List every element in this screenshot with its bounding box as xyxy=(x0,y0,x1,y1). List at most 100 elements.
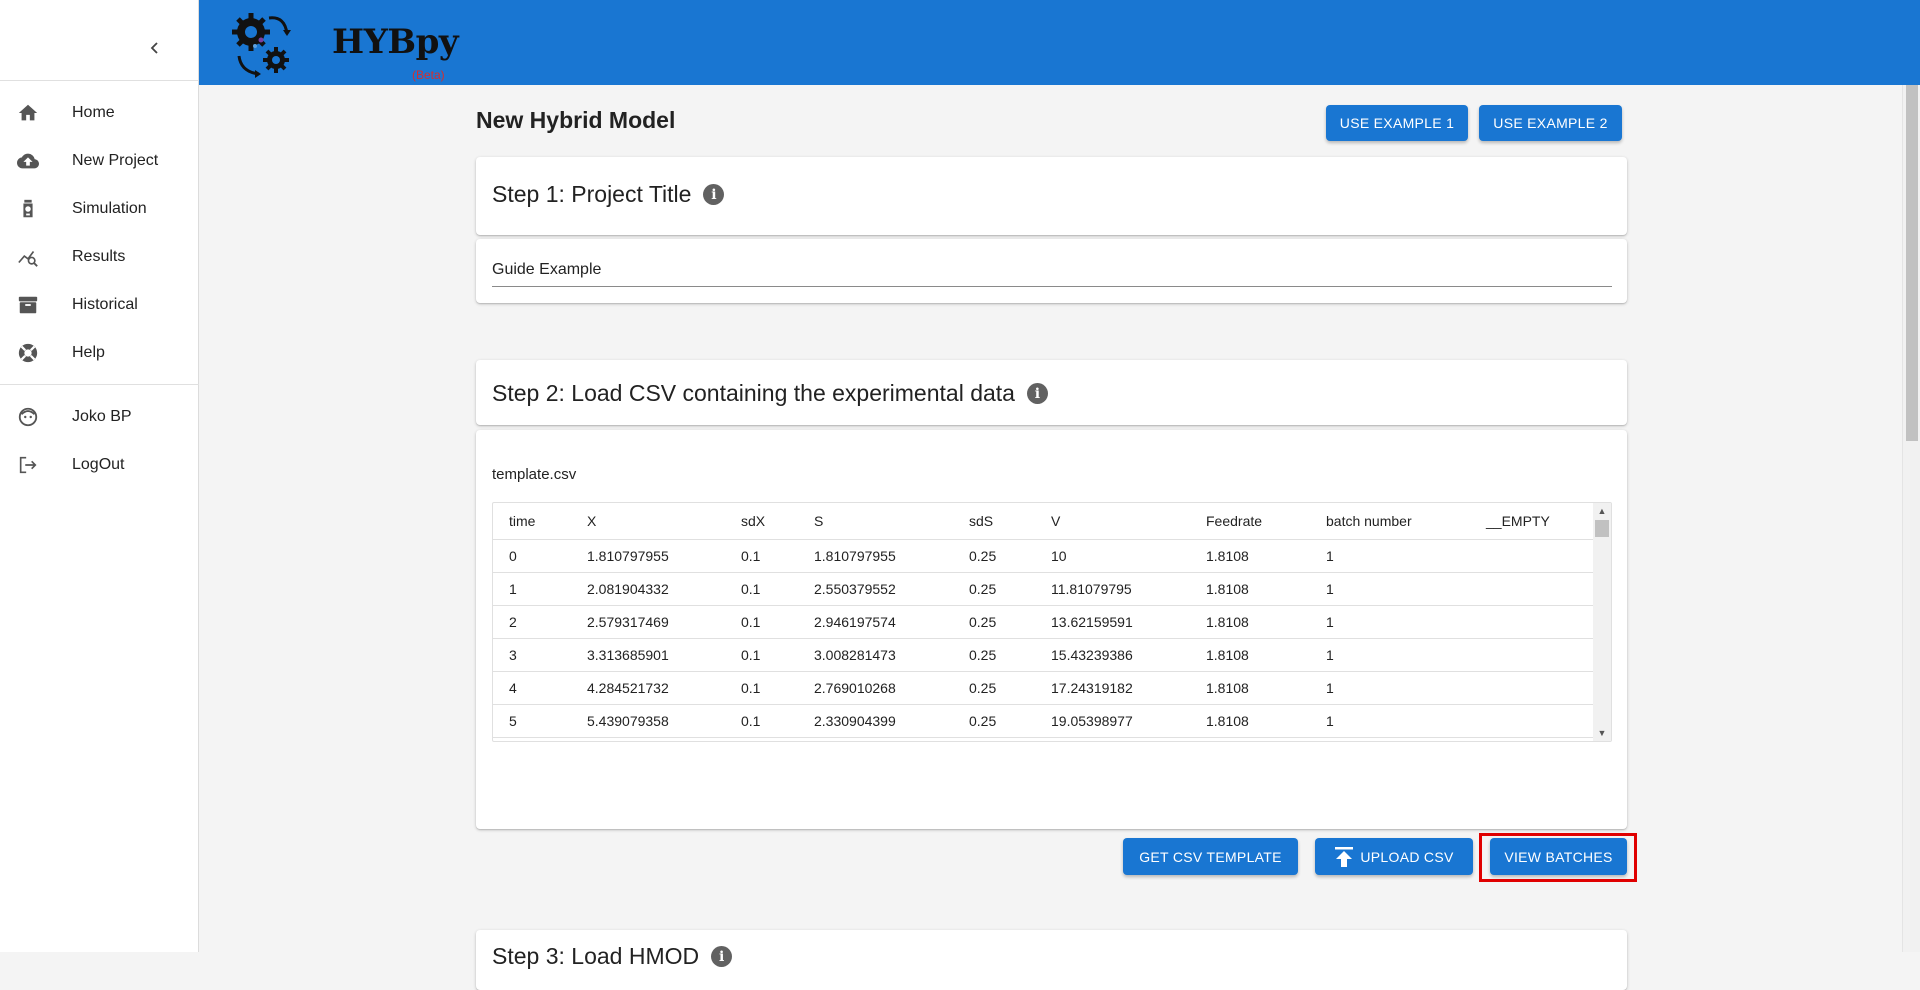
sidebar: Home New Project Simulation Results Hist… xyxy=(0,0,199,952)
upload-csv-label: UPLOAD CSV xyxy=(1360,848,1454,865)
table-cell: 1.8108 xyxy=(1190,671,1310,705)
table-cell: 1.8108 xyxy=(1190,539,1310,573)
table-cell: 15.43239386 xyxy=(1035,638,1190,672)
table-row: 2 2.579317469 0.1 2.946197574 0.25 13.62… xyxy=(493,605,1595,639)
table-scrollbar[interactable]: ▲ ▼ xyxy=(1593,503,1611,741)
highlight-box xyxy=(1479,833,1637,882)
sidebar-user-nav: Joko BP LogOut xyxy=(0,393,199,489)
step2-title-text: Step 2: Load CSV containing the experime… xyxy=(492,380,1015,406)
table-cell: 0.1 xyxy=(725,704,798,738)
table-cell: 11.81079795 xyxy=(1035,572,1190,606)
step3-header-card: Step 3: Load HMOD i xyxy=(476,930,1627,990)
table-row: 1 2.081904332 0.1 2.550379552 0.25 11.81… xyxy=(493,572,1595,606)
sidebar-item-new-project[interactable]: New Project xyxy=(0,137,199,185)
scroll-up-arrow-icon[interactable]: ▲ xyxy=(1593,503,1611,519)
project-title-input[interactable]: Guide Example xyxy=(492,257,1612,287)
table-cell: 1.8108 xyxy=(1190,605,1310,639)
scroll-down-arrow-icon[interactable]: ▼ xyxy=(1593,725,1611,741)
table-cell: 2 xyxy=(493,605,571,639)
page-scrollbar[interactable] xyxy=(1902,85,1920,952)
info-icon[interactable]: i xyxy=(1026,383,1048,404)
column-header: sdS xyxy=(953,503,1035,540)
table-row: 0 1.810797955 0.1 1.810797955 0.25 10 1.… xyxy=(493,539,1595,573)
table-cell: 1 xyxy=(1310,605,1470,639)
column-header: sdX xyxy=(725,503,798,540)
table-cell: 17.24319182 xyxy=(1035,671,1190,705)
table-header-row: time X sdX S sdS V Feedrate batch number… xyxy=(493,503,1595,540)
sidebar-item-help[interactable]: Help xyxy=(0,329,199,377)
table-cell: 0.25 xyxy=(953,572,1035,606)
table-cell xyxy=(1470,638,1595,672)
table-cell: 0.25 xyxy=(953,704,1035,738)
table-cell xyxy=(1470,539,1595,573)
info-icon[interactable]: i xyxy=(711,946,733,967)
step1-title: Step 1: Project Title i xyxy=(492,181,725,208)
info-icon[interactable]: i xyxy=(703,184,725,205)
table-cell: 1 xyxy=(1310,572,1470,606)
sidebar-divider xyxy=(0,384,199,385)
table-cell xyxy=(1470,671,1595,705)
archive-icon xyxy=(16,293,40,317)
table-cell: 0.1 xyxy=(725,671,798,705)
step2-data-card: template.csv time X sdX S sdS V Feedrate… xyxy=(476,430,1627,829)
table-row: 4 4.284521732 0.1 2.769010268 0.25 17.24… xyxy=(493,671,1595,705)
use-example-1-button[interactable]: USE EXAMPLE 1 xyxy=(1326,105,1468,141)
column-header: Feedrate xyxy=(1190,503,1310,540)
table-cell: 10 xyxy=(1035,539,1190,573)
table-scrollbar-thumb[interactable] xyxy=(1595,520,1609,537)
table-cell: 5 xyxy=(493,704,571,738)
column-header: S xyxy=(798,503,953,540)
table-cell: 1.8108 xyxy=(1190,704,1310,738)
sidebar-item-label: Joko BP xyxy=(72,408,132,425)
sidebar-nav: Home New Project Simulation Results Hist… xyxy=(0,89,199,377)
table-cell: 0.25 xyxy=(953,671,1035,705)
upload-csv-button[interactable]: UPLOAD CSV xyxy=(1315,838,1473,875)
cloud-upload-icon xyxy=(16,149,40,173)
lifebuoy-icon xyxy=(16,341,40,365)
column-header: batch number xyxy=(1310,503,1470,540)
table-cell: 0.1 xyxy=(725,539,798,573)
column-header: X xyxy=(571,503,725,540)
sidebar-item-user[interactable]: Joko BP xyxy=(0,393,199,441)
sidebar-item-simulation[interactable]: Simulation xyxy=(0,185,199,233)
table-cell: 4.284521732 xyxy=(571,671,725,705)
table-cell: 4 xyxy=(493,671,571,705)
step2-title: Step 2: Load CSV containing the experime… xyxy=(492,380,1048,407)
table-cell: 0 xyxy=(493,539,571,573)
app-header: HYBpy (Beta) xyxy=(199,0,1920,85)
step2-header-card: Step 2: Load CSV containing the experime… xyxy=(476,360,1627,425)
page-title: New Hybrid Model xyxy=(476,107,676,133)
table-cell: 1 xyxy=(1310,638,1470,672)
step1-input-card: Guide Example xyxy=(476,239,1627,303)
sidebar-item-home[interactable]: Home xyxy=(0,89,199,137)
table-cell: 1.8108 xyxy=(1190,572,1310,606)
sidebar-item-historical[interactable]: Historical xyxy=(0,281,199,329)
get-csv-template-button[interactable]: GET CSV TEMPLATE xyxy=(1123,838,1298,875)
table-cell: 3 xyxy=(493,638,571,672)
sidebar-item-label: Home xyxy=(72,104,115,121)
table-cell: 2.330904399 xyxy=(798,704,953,738)
table-cell: 19.05398977 xyxy=(1035,704,1190,738)
column-header: V xyxy=(1035,503,1190,540)
use-example-2-button[interactable]: USE EXAMPLE 2 xyxy=(1479,105,1622,141)
logo-text: HYBpy xyxy=(332,22,459,62)
home-icon xyxy=(16,101,40,125)
step1-header-card: Step 1: Project Title i xyxy=(476,157,1627,235)
chevron-left-icon[interactable] xyxy=(143,36,167,60)
page-scrollbar-thumb[interactable] xyxy=(1906,85,1918,441)
query-stats-icon xyxy=(16,245,40,269)
table-cell: 2.946197574 xyxy=(798,605,953,639)
table-cell: 2.081904332 xyxy=(571,572,725,606)
step3-title-text: Step 3: Load HMOD xyxy=(492,943,700,969)
table-row: 3 3.313685901 0.1 3.008281473 0.25 15.43… xyxy=(493,638,1595,672)
sidebar-item-label: Help xyxy=(72,344,105,361)
hybpy-logo[interactable]: HYBpy (Beta) xyxy=(229,8,459,82)
beta-label: (Beta) xyxy=(412,68,445,82)
simulation-icon xyxy=(16,197,40,221)
upload-icon xyxy=(1334,846,1354,868)
sidebar-item-results[interactable]: Results xyxy=(0,233,199,281)
table-cell: 1.8108 xyxy=(1190,638,1310,672)
sidebar-item-label: New Project xyxy=(72,152,159,169)
table-cell: 2.769010268 xyxy=(798,671,953,705)
sidebar-item-logout[interactable]: LogOut xyxy=(0,441,199,489)
